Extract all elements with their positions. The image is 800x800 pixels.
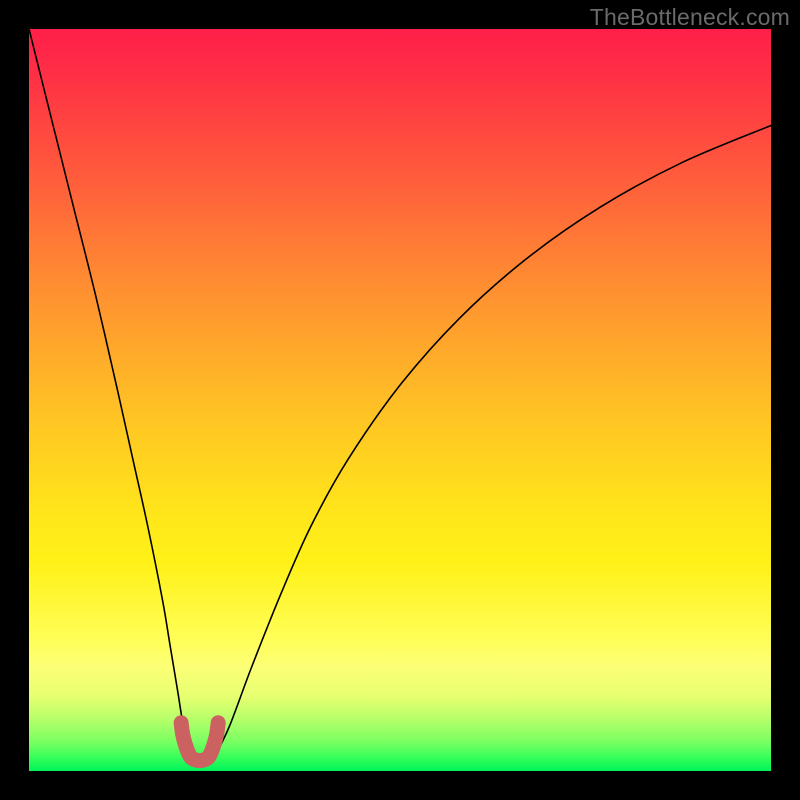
chart-svg [29, 29, 771, 771]
chart-plot-area [29, 29, 771, 771]
chart-frame: TheBottleneck.com [0, 0, 800, 800]
bottleneck-curve-path [29, 29, 771, 765]
optimal-marker-path [181, 723, 218, 761]
watermark-text: TheBottleneck.com [590, 4, 790, 31]
